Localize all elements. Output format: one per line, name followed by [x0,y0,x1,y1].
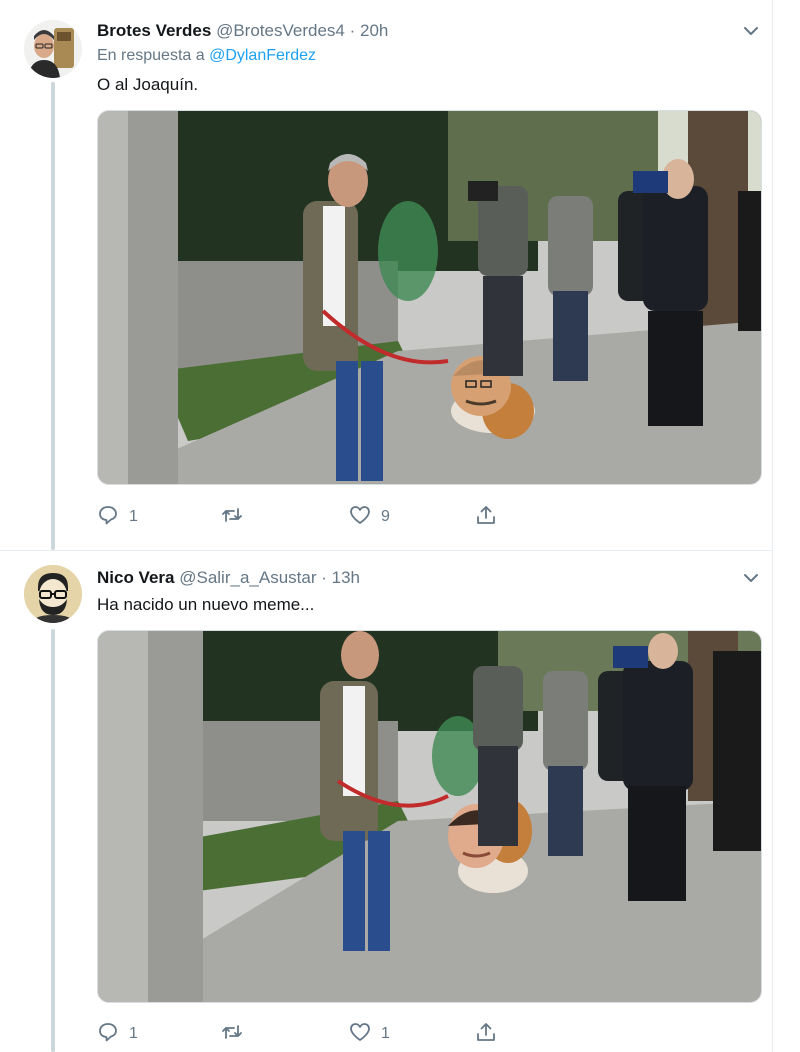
like-count: 9 [381,508,390,525]
tweet-header: Brotes Verdes @BrotesVerdes4 · 20h [97,20,388,42]
reply-prefix: En respuesta a [97,47,205,64]
tweet-actions: 1 9 [97,503,517,531]
reply-mention-link[interactable]: @DylanFerdez [209,47,316,64]
share-icon [475,504,497,531]
tweet-time[interactable]: 20h [360,21,388,40]
user-handle[interactable]: @BrotesVerdes4 [216,21,345,40]
reply-count: 1 [129,1025,138,1042]
tweet-time[interactable]: 13h [332,568,360,587]
reply-count: 1 [129,508,138,525]
share-icon [475,1021,497,1048]
tweet[interactable]: Nico Vera @Salir_a_Asustar · 13h Ha naci… [0,551,772,1052]
chevron-down-icon[interactable] [740,567,762,589]
share-button[interactable] [475,503,497,531]
user-handle[interactable]: @Salir_a_Asustar [179,568,316,587]
avatar[interactable] [24,565,82,623]
retweet-icon [221,504,243,531]
tweet-text: O al Joaquín. [97,75,199,94]
display-name[interactable]: Brotes Verdes [97,21,211,40]
reply-button[interactable]: 1 [97,503,138,531]
tweet[interactable]: Brotes Verdes @BrotesVerdes4 · 20h En re… [0,0,772,551]
timeline-border [772,0,773,1052]
like-button[interactable]: 9 [349,503,390,531]
tweet-photo[interactable] [97,630,762,1003]
separator: · [321,568,327,587]
reply-button[interactable]: 1 [97,1020,138,1048]
display-name[interactable]: Nico Vera [97,568,175,587]
retweet-button[interactable] [221,503,253,531]
tweet-text: Ha nacido un nuevo meme... [97,595,315,614]
share-button[interactable] [475,1020,497,1048]
thread-line [51,82,55,550]
avatar[interactable] [24,20,82,78]
reply-icon [97,1021,119,1048]
tweet-actions: 1 1 [97,1020,517,1048]
retweet-icon [221,1021,243,1048]
like-button[interactable]: 1 [349,1020,390,1048]
like-count: 1 [381,1025,390,1042]
like-icon [349,504,371,531]
separator: · [349,21,356,40]
reply-context: En respuesta a @DylanFerdez [97,47,316,65]
like-icon [349,1021,371,1048]
chevron-down-icon[interactable] [740,20,762,42]
thread-line [51,629,55,1052]
tweet-header: Nico Vera @Salir_a_Asustar · 13h [97,567,360,589]
tweet-photo[interactable] [97,110,762,485]
reply-icon [97,504,119,531]
retweet-button[interactable] [221,1020,253,1048]
